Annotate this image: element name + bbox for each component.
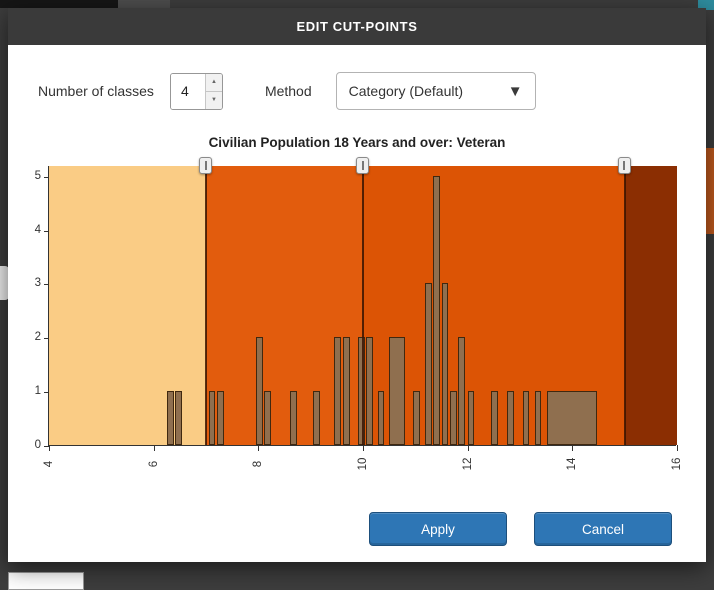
x-axis-label: 8 xyxy=(252,460,265,468)
plot-area: 0 1 2 3 4 5 4 6 8 10 12 14 16 xyxy=(35,157,683,470)
cutpoint-handle[interactable] xyxy=(356,157,369,174)
chevron-down-icon: ▼ xyxy=(507,82,523,100)
histogram-bar xyxy=(289,391,297,445)
y-tick xyxy=(44,284,49,286)
histogram-bar xyxy=(424,283,432,445)
dialog-button-row: Apply Cancel xyxy=(369,512,672,546)
histogram-bar xyxy=(522,391,530,445)
x-axis-label: 16 xyxy=(671,457,683,471)
histogram-bar xyxy=(412,391,420,445)
handle-grip-icon xyxy=(361,161,364,170)
histogram-bar xyxy=(208,391,216,445)
histogram-bar xyxy=(216,391,224,445)
cancel-button[interactable]: Cancel xyxy=(534,512,672,546)
histogram-bar xyxy=(449,391,457,445)
class-band xyxy=(49,166,206,445)
y-axis-label: 3 xyxy=(34,277,41,290)
histogram-bar xyxy=(255,337,263,445)
controls-row: Number of classes ▲ ▼ Method Category (D… xyxy=(8,45,706,111)
cutpoint-line xyxy=(205,166,207,445)
cutpoints-chart: 0 1 2 3 4 5 4 6 8 10 12 14 16 xyxy=(8,157,706,496)
histogram-bar xyxy=(366,337,373,445)
cutpoint-handle[interactable] xyxy=(617,157,631,174)
method-label: Method xyxy=(264,83,312,99)
handle-grip-icon xyxy=(204,161,207,170)
class-band xyxy=(624,166,677,445)
method-select[interactable]: Category (Default) ▼ xyxy=(335,72,536,110)
x-axis-label: 6 xyxy=(147,460,160,468)
apply-button[interactable]: Apply xyxy=(369,512,507,546)
y-tick xyxy=(44,176,49,178)
histogram-bar xyxy=(334,337,341,445)
y-tick xyxy=(44,392,49,394)
y-tick xyxy=(44,230,49,232)
background-fragment-orange-strip xyxy=(706,148,714,234)
stepper-buttons: ▲ ▼ xyxy=(204,73,222,109)
number-of-classes-stepper[interactable]: ▲ ▼ xyxy=(169,72,223,110)
y-axis-label: 4 xyxy=(34,223,41,236)
x-axis-label: 12 xyxy=(461,457,474,471)
chart-title: Civilian Population 18 Years and over: V… xyxy=(208,135,506,150)
histogram-bar xyxy=(506,391,514,445)
y-tick xyxy=(44,338,49,340)
histogram-bar xyxy=(343,337,350,445)
x-axis-label: 10 xyxy=(357,457,369,471)
number-of-classes-input[interactable] xyxy=(170,73,205,109)
edit-cutpoints-dialog: EDIT CUT-POINTS Number of classes ▲ ▼ Me… xyxy=(8,8,706,562)
histogram-bar xyxy=(313,391,321,445)
histogram-bar xyxy=(264,391,271,445)
x-axis-label: 4 xyxy=(43,460,55,468)
stepper-up-icon[interactable]: ▲ xyxy=(205,73,222,91)
y-axis-label: 1 xyxy=(34,385,41,398)
dialog-title: EDIT CUT-POINTS xyxy=(8,8,706,45)
background-fragment-legend-box xyxy=(8,572,84,590)
histogram-bar xyxy=(433,175,440,445)
histogram-bar xyxy=(377,391,385,445)
y-axis-label: 5 xyxy=(34,169,41,182)
y-axis-label: 0 xyxy=(34,439,41,451)
histogram-bar xyxy=(175,391,182,445)
histogram-bar xyxy=(389,337,405,445)
histogram-bar xyxy=(547,391,597,445)
cutpoint-handle[interactable] xyxy=(199,157,212,174)
method-selected-value: Category (Default) xyxy=(348,83,464,99)
histogram-bar xyxy=(491,391,498,445)
y-axis-label: 2 xyxy=(34,331,41,344)
x-axis-label: 14 xyxy=(566,457,579,471)
histogram-bar xyxy=(458,337,466,445)
cutpoint-line xyxy=(623,166,626,445)
cutpoint-line xyxy=(362,166,364,445)
histogram-bar xyxy=(166,391,174,445)
background-fragment-topbar-dark xyxy=(0,0,118,8)
histogram-bar xyxy=(441,283,449,445)
number-of-classes-label: Number of classes xyxy=(38,83,154,99)
handle-grip-icon xyxy=(623,161,626,170)
stepper-down-icon[interactable]: ▼ xyxy=(205,90,222,109)
histogram-bar xyxy=(467,391,475,445)
background-fragment-topbar-light xyxy=(118,0,170,8)
histogram-bar xyxy=(534,391,542,445)
